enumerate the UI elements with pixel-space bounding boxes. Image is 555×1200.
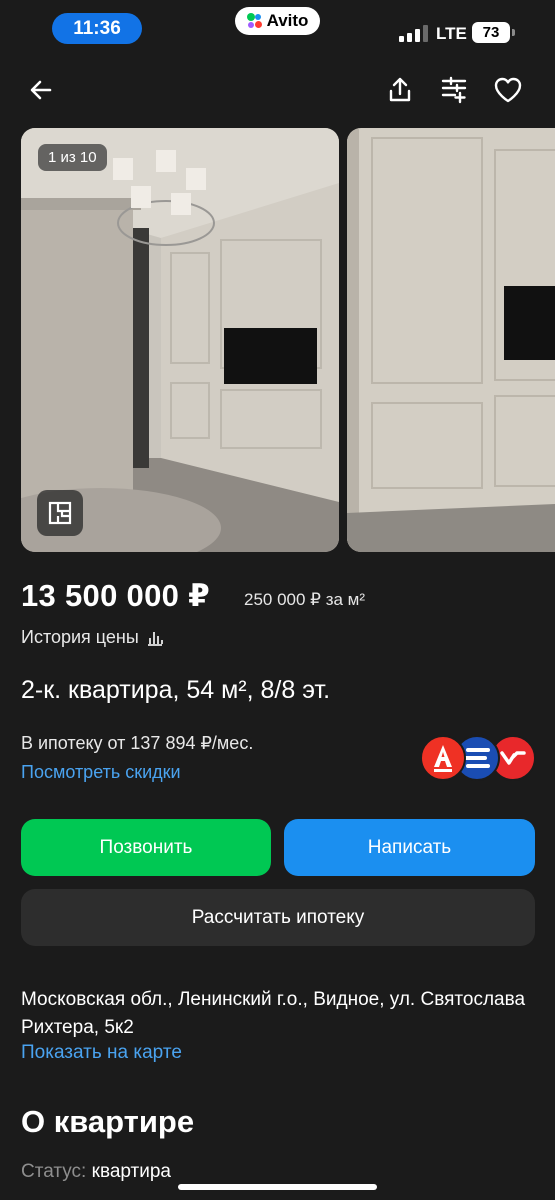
room-photo-image [347, 128, 555, 552]
calc-mortgage-button[interactable]: Рассчитать ипотеку [21, 889, 535, 946]
price-history-link[interactable]: История цены [21, 627, 164, 648]
compare-button[interactable] [434, 70, 474, 110]
photo-counter: 1 из 10 [38, 144, 107, 171]
status-label: Статус: [21, 1161, 87, 1182]
brand-pill[interactable]: Avito [235, 7, 320, 35]
back-button[interactable] [21, 70, 61, 110]
alfa-bank-icon [420, 735, 466, 781]
back-arrow-icon [30, 80, 52, 100]
price-history-label: История цены [21, 627, 139, 647]
listing-address: Московская обл., Ленинский г.о., Видное,… [21, 989, 526, 1038]
compare-icon [441, 76, 467, 104]
share-button[interactable] [380, 70, 420, 110]
status-time: 11:36 [52, 13, 142, 44]
signal-icon [399, 24, 428, 42]
price-per-m2: 250 000 ₽ за м² [244, 590, 366, 609]
listing-photo[interactable]: 1 из 10 [21, 128, 339, 552]
status-row: Статус: квартира [21, 1161, 171, 1183]
view-discounts-link[interactable]: Посмотреть скидки [21, 762, 181, 783]
status-bar: 11:36 Avito LTE 73 [0, 0, 555, 62]
bank-logos[interactable] [420, 735, 536, 781]
avito-logo-icon [246, 13, 263, 29]
share-icon [389, 77, 411, 102]
home-indicator[interactable] [178, 1184, 377, 1190]
photo-gallery[interactable]: 1 из 10 [21, 128, 555, 552]
show-on-map-link[interactable]: Показать на карте [21, 1042, 182, 1064]
call-button[interactable]: Позвонить [21, 819, 271, 876]
listing-photo[interactable] [347, 128, 555, 552]
floor-plan-button[interactable] [37, 490, 83, 536]
listing-title: 2-к. квартира, 54 м², 8/8 эт. [21, 676, 331, 704]
battery-level: 73 [482, 24, 500, 41]
status-value: квартира [91, 1161, 171, 1182]
bar-chart-icon [147, 631, 163, 646]
network-label: LTE [436, 24, 467, 43]
listing-price: 13 500 000 ₽ [21, 578, 210, 613]
mortgage-text: В ипотеку от 137 894 ₽/мес. [21, 733, 254, 753]
write-button[interactable]: Написать [284, 819, 535, 876]
about-heading: О квартире [21, 1104, 195, 1139]
room-photo-image [21, 128, 339, 552]
heart-icon [494, 77, 522, 103]
brand-name: Avito [266, 11, 309, 30]
floor-plan-icon [48, 501, 72, 525]
favorite-button[interactable] [488, 70, 528, 110]
battery-icon: 73 [472, 22, 515, 43]
